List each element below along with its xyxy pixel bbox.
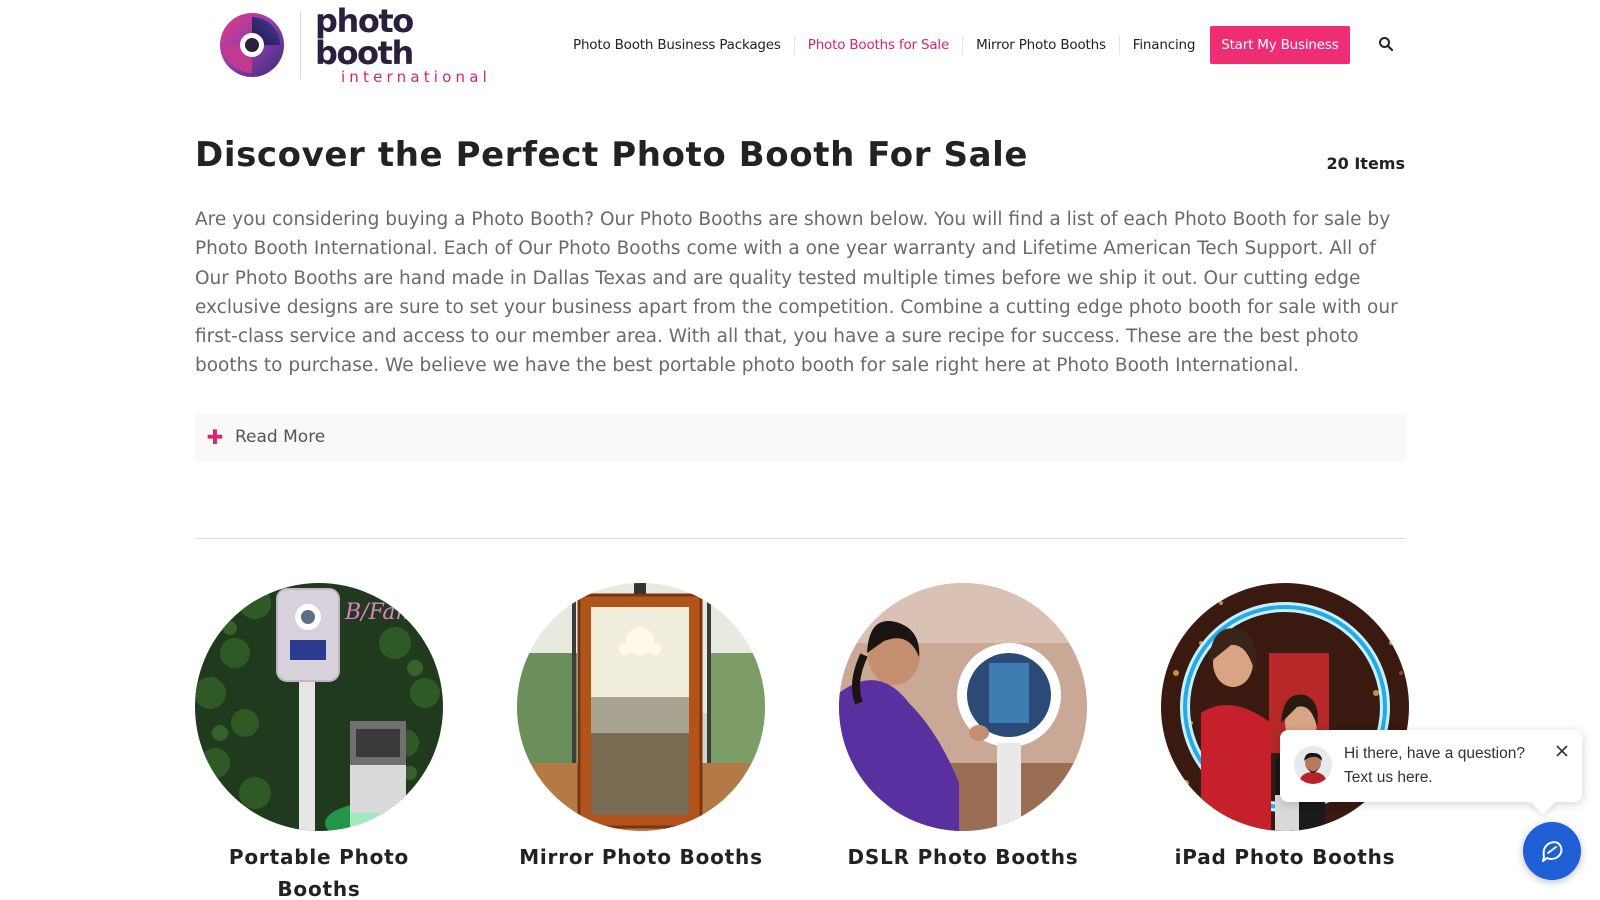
product-card-portable[interactable]: B/Fam Portable Photo Booths xyxy=(195,583,443,900)
chat-agent-avatar xyxy=(1294,746,1332,784)
nav-item-financing[interactable]: Financing xyxy=(1118,36,1208,54)
chat-icon xyxy=(1542,841,1563,862)
chat-open-button[interactable] xyxy=(1523,822,1581,880)
logo-name-sub: international xyxy=(340,68,492,86)
close-icon[interactable] xyxy=(1554,743,1570,759)
nav-item-mirror-photo-booths[interactable]: Mirror Photo Booths xyxy=(962,36,1119,54)
product-image-dslr[interactable] xyxy=(839,583,1087,831)
main-nav: Photo Booth Business Packages Photo Boot… xyxy=(560,26,1350,64)
product-name[interactable]: Portable Photo Booths xyxy=(195,841,443,900)
product-name[interactable]: DSLR Photo Booths xyxy=(839,841,1087,873)
logo-divider xyxy=(300,11,301,79)
product-image-mirror[interactable] xyxy=(517,583,765,831)
search-icon[interactable] xyxy=(1378,36,1394,52)
nav-item-photo-booths-for-sale[interactable]: Photo Booths for Sale xyxy=(793,36,962,54)
site-logo[interactable]: photo booth international xyxy=(218,5,508,85)
chat-prompt-line-1: Hi there, have a question? xyxy=(1344,745,1525,762)
nav-item-business-packages[interactable]: Photo Booth Business Packages xyxy=(560,36,794,54)
product-name[interactable]: Mirror Photo Booths xyxy=(517,841,765,873)
intro-paragraph: Are you considering buying a Photo Booth… xyxy=(195,209,1398,377)
read-more-label: Read More xyxy=(235,427,326,447)
section-divider xyxy=(195,538,1406,539)
site-header: photo booth international Photo Booth Bu… xyxy=(0,0,1600,90)
product-image-portable[interactable]: B/Fam xyxy=(195,583,443,831)
chat-prompt-text: Hi there, have a question? Text us here. xyxy=(1344,742,1544,790)
logo-mark-icon xyxy=(218,11,286,79)
page-title: Discover the Perfect Photo Booth For Sal… xyxy=(195,135,1029,175)
logo-text: photo booth international xyxy=(315,5,508,85)
plus-icon: ✚ xyxy=(206,426,224,449)
start-my-business-button[interactable]: Start My Business xyxy=(1210,26,1350,64)
read-more-toggle[interactable]: ✚ Read More xyxy=(195,413,1406,461)
chat-prompt-line-2: Text us here. xyxy=(1344,769,1433,786)
product-card-mirror[interactable]: Mirror Photo Booths xyxy=(517,583,765,873)
product-card-ipad[interactable]: iPad Photo Booths xyxy=(1161,583,1409,873)
chat-prompt-bubble[interactable]: Hi there, have a question? Text us here. xyxy=(1280,730,1582,802)
items-count: 20 Items xyxy=(1326,154,1405,173)
svg-text:B/Fam: B/Fam xyxy=(344,600,416,625)
logo-name-main: photo booth xyxy=(314,2,414,72)
product-name[interactable]: iPad Photo Booths xyxy=(1161,841,1409,873)
product-card-dslr[interactable]: DSLR Photo Booths xyxy=(839,583,1087,873)
